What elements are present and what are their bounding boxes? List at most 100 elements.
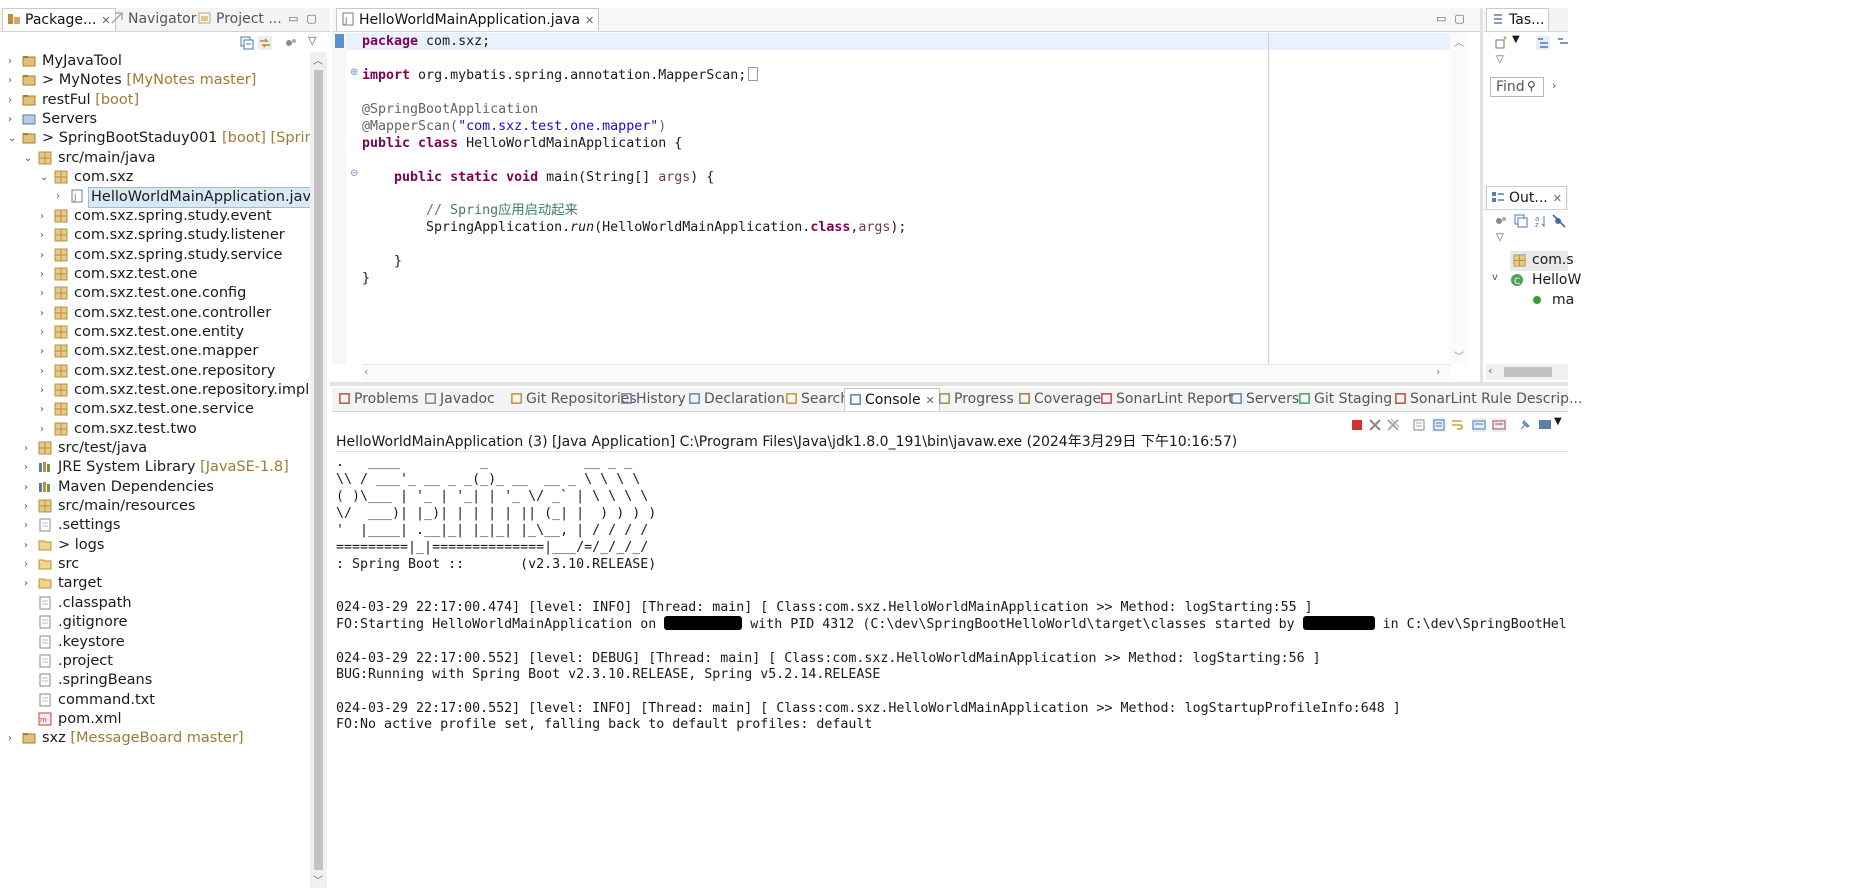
expand-arrow-icon[interactable]: › — [8, 52, 18, 71]
editor-vscrollbar[interactable]: ︿ ﹀ — [1450, 32, 1468, 364]
tab-problems[interactable]: Problems — [334, 388, 423, 410]
scroll-right-icon[interactable]: › — [1436, 365, 1440, 378]
tree-item[interactable]: ⌄ com.sxz — [0, 168, 310, 187]
expand-arrow-icon[interactable]: › — [40, 342, 50, 361]
tree-item[interactable]: .project — [0, 652, 310, 671]
tree-item[interactable]: › > logs — [0, 536, 310, 555]
tree-item[interactable]: › com.sxz.spring.study.listener — [0, 226, 310, 245]
show-on-output-icon[interactable] — [1472, 418, 1486, 432]
tree-item[interactable]: › Servers — [0, 110, 310, 129]
expand-arrow-icon[interactable]: › — [8, 729, 18, 748]
expand-arrow-icon[interactable]: › — [24, 478, 34, 497]
dropdown-arrow-icon[interactable]: ▼ — [1512, 34, 1520, 45]
tree-item[interactable]: › .settings — [0, 516, 310, 535]
scroll-down-icon[interactable]: ﹀ — [1454, 348, 1464, 363]
tree-item[interactable]: › J HelloWorldMainApplication.java — [0, 187, 310, 209]
expand-arrow-icon[interactable]: › — [24, 574, 34, 593]
tree-item[interactable]: › JRE System Library [JavaSE-1.8] — [0, 458, 310, 477]
scroll-up-icon[interactable]: ︿ — [313, 52, 323, 67]
expand-arrow-icon[interactable]: › — [40, 400, 50, 419]
show-on-error-icon[interactable] — [1492, 418, 1506, 432]
tree-item[interactable]: .classpath — [0, 594, 310, 613]
close-icon[interactable]: ✕ — [1553, 192, 1562, 205]
tree-item[interactable]: › com.sxz.test.one.entity — [0, 323, 310, 342]
tab-sonarlint-report[interactable]: SonarLint Report — [1096, 388, 1238, 410]
scroll-left-icon[interactable]: ‹ — [364, 365, 368, 378]
tab-task-list[interactable]: Tas... — [1486, 8, 1550, 31]
tree-item[interactable]: › Maven Dependencies — [0, 478, 310, 497]
scroll-thumb[interactable] — [1504, 367, 1552, 377]
collapse-all-icon[interactable] — [1514, 214, 1528, 228]
find-field[interactable]: Find ⚲ — [1490, 77, 1544, 97]
expand-arrow-icon[interactable]: › — [1552, 79, 1556, 92]
filter-icon[interactable] — [1494, 214, 1508, 228]
expand-arrow-icon[interactable]: › — [24, 536, 34, 555]
tree-item[interactable]: .keystore — [0, 633, 310, 652]
tree-item[interactable]: m pom.xml — [0, 710, 310, 729]
editor-minimize-maximize[interactable]: ▭▢ — [1436, 12, 1473, 25]
tree-item[interactable]: › src/main/resources — [0, 497, 310, 516]
expand-arrow-icon[interactable]: › — [40, 420, 50, 439]
expand-arrow-icon[interactable]: v — [1492, 272, 1498, 283]
tree-item[interactable]: › com.sxz.test.one.controller — [0, 304, 310, 323]
scroll-left-icon[interactable]: ‹ — [1488, 364, 1492, 377]
tab-progress[interactable]: Progress — [934, 388, 1018, 410]
tree-item[interactable]: › restFul [boot] — [0, 91, 310, 110]
tree-item[interactable]: › com.sxz.spring.study.service — [0, 246, 310, 265]
tab-project-explorer[interactable]: Project ... — [194, 8, 286, 30]
outline-item-method[interactable]: ma — [1530, 291, 1574, 311]
tab-package-explorer[interactable]: Package... ✕ — [2, 8, 116, 31]
right-sash[interactable] — [1480, 8, 1483, 386]
dropdown-arrow-icon[interactable]: ▼ — [1554, 416, 1562, 427]
tab-outline[interactable]: Out... ✕ — [1486, 186, 1567, 209]
horizontal-sash[interactable] — [330, 382, 1568, 386]
tree-item[interactable]: › com.sxz.test.one.config — [0, 284, 310, 303]
hide-fields-icon[interactable] — [1552, 214, 1566, 228]
expand-arrow-icon[interactable]: › — [8, 91, 18, 110]
tab-declaration[interactable]: Declaration — [684, 388, 789, 410]
view-minimize-maximize[interactable]: ▭▢ — [288, 12, 325, 25]
collapse-arrow-icon[interactable]: ⌄ — [40, 168, 50, 187]
scroll-up-icon[interactable]: ︿ — [1454, 34, 1464, 49]
tree-item[interactable]: › target — [0, 574, 310, 593]
expand-arrow-icon[interactable]: › — [24, 516, 34, 535]
scroll-down-icon[interactable]: ﹀ — [313, 872, 323, 887]
close-icon[interactable]: ✕ — [585, 14, 594, 27]
tab-servers[interactable]: Servers — [1226, 388, 1303, 410]
tree-item[interactable]: ⌄ > SpringBootStaduy001 [boot] [SpringBoo… — [0, 129, 310, 148]
sort-icon[interactable]: az — [1534, 214, 1548, 228]
expand-arrow-icon[interactable]: › — [8, 110, 18, 129]
expand-arrow-icon[interactable]: › — [24, 555, 34, 574]
terminate-icon[interactable] — [1350, 418, 1364, 432]
tree-item[interactable]: › src — [0, 555, 310, 574]
tab-git-staging[interactable]: Git Staging — [1294, 388, 1396, 410]
tab-editor-file[interactable]: J HelloWorldMainApplication.java ✕ — [336, 8, 600, 31]
remove-all-icon[interactable] — [1386, 418, 1400, 432]
expand-arrow-icon[interactable]: › — [40, 304, 50, 323]
tree-item[interactable]: › MyJavaTool — [0, 52, 310, 71]
tab-sonarlint-rule-descrip[interactable]: SonarLint Rule Descrip... — [1390, 388, 1586, 410]
view-menu-icon[interactable]: ▽ — [1496, 232, 1504, 243]
tree-item[interactable]: › com.sxz.test.one.repository.impl — [0, 381, 310, 400]
tree-item[interactable]: › > MyNotes [MyNotes master] — [0, 71, 310, 90]
fold-collapse-icon[interactable]: ⊖ — [350, 168, 358, 179]
folded-block-marker[interactable] — [748, 67, 759, 81]
tab-search[interactable]: Search — [781, 388, 853, 410]
tree-item[interactable]: › com.sxz.test.two — [0, 420, 310, 439]
outline-item-package[interactable]: com.s — [1510, 251, 1574, 271]
tab-javadoc[interactable]: Javadoc — [420, 388, 499, 410]
tab-coverage[interactable]: Coverage — [1014, 388, 1105, 410]
outline-item-class[interactable]: C HelloW — [1508, 271, 1581, 291]
expand-arrow-icon[interactable]: › — [40, 207, 50, 226]
expand-arrow-icon[interactable]: › — [40, 381, 50, 400]
fold-expand-icon[interactable]: ⊕ — [350, 67, 358, 78]
tree-item[interactable]: .gitignore — [0, 613, 310, 632]
collapse-arrow-icon[interactable]: ⌄ — [24, 149, 34, 168]
expand-arrow-icon[interactable]: › — [24, 439, 34, 458]
expand-arrow-icon[interactable]: › — [24, 497, 34, 516]
remove-launch-icon[interactable] — [1368, 418, 1382, 432]
expand-arrow-icon[interactable]: › — [40, 284, 50, 303]
expand-arrow-icon[interactable]: › — [40, 265, 50, 284]
tree-item[interactable]: › src/test/java — [0, 439, 310, 458]
word-wrap-icon[interactable] — [1450, 418, 1464, 432]
